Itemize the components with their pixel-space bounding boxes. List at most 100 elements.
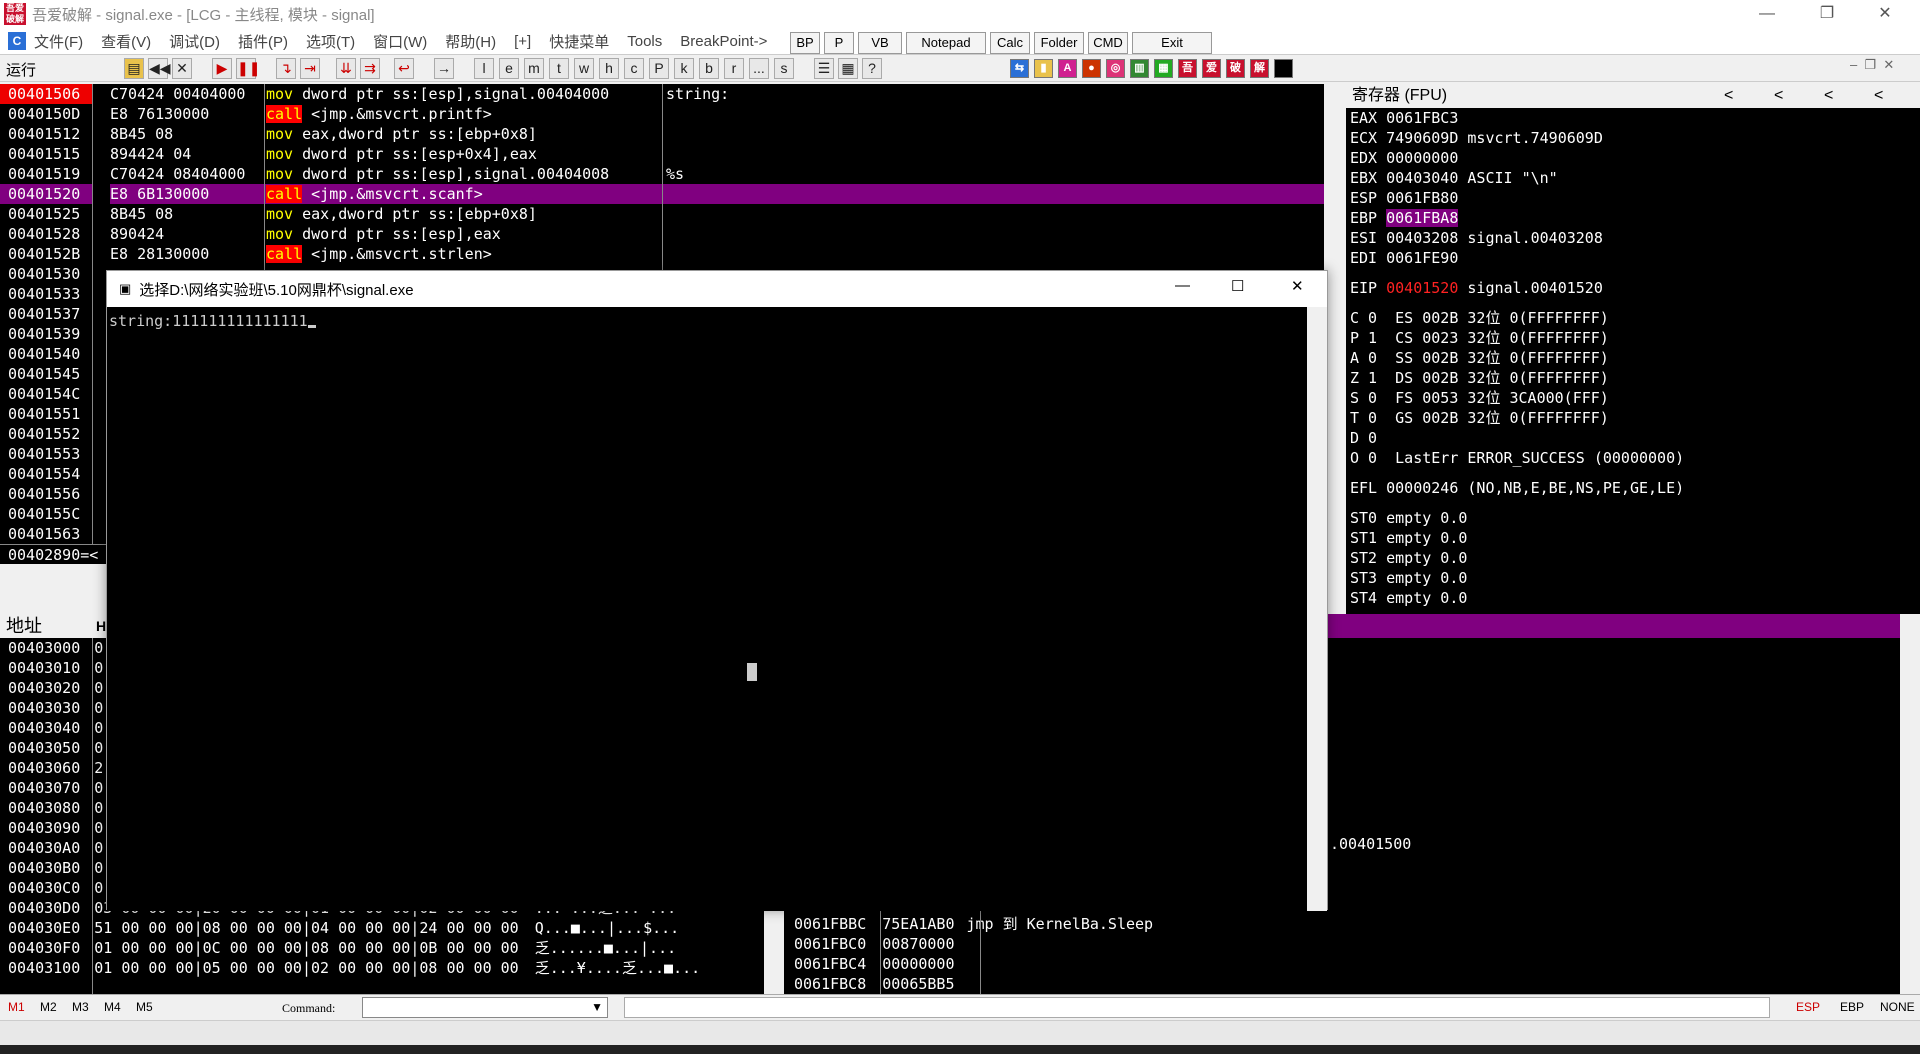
disasm-address[interactable]: 00401528 xyxy=(0,224,92,244)
maximize-button[interactable]: ❐ xyxy=(1804,0,1850,28)
reg-esp[interactable]: ESP 0061FB80 xyxy=(1346,188,1920,208)
step-into-icon[interactable]: ↴ xyxy=(276,58,296,79)
menu-shortcut[interactable]: 快捷菜单 xyxy=(549,31,609,52)
mark-m1[interactable]: M1 xyxy=(8,1000,25,1014)
disasm-address[interactable]: 00401533 xyxy=(0,284,92,304)
disasm-address[interactable]: 0040155C xyxy=(0,504,92,524)
disasm-address[interactable]: 00401506 xyxy=(0,84,92,104)
disasm-instruction[interactable]: call <jmp.&msvcrt.scanf> xyxy=(266,184,1324,204)
console-minimize-button[interactable]: — xyxy=(1175,277,1190,294)
menu-tools[interactable]: Tools xyxy=(627,33,662,50)
plugin-black-icon[interactable] xyxy=(1274,59,1293,78)
tool-l[interactable]: l xyxy=(474,58,494,79)
quick-p-button[interactable]: P xyxy=(824,32,854,54)
tool-p[interactable]: P xyxy=(649,58,669,79)
reg-edx[interactable]: EDX 00000000 xyxy=(1346,148,1920,168)
disasm-address[interactable]: 00401540 xyxy=(0,344,92,364)
quick-exit-button[interactable]: Exit xyxy=(1132,32,1212,54)
plugin-target-icon[interactable]: ◎ xyxy=(1106,59,1125,78)
plugin-refresh-icon[interactable]: ⇆ xyxy=(1010,59,1029,78)
disasm-address[interactable]: 00401537 xyxy=(0,304,92,324)
reg-value[interactable]: 00403208 xyxy=(1386,229,1458,247)
reg-value[interactable]: 0061FE90 xyxy=(1386,249,1458,267)
disasm-address[interactable]: 00401530 xyxy=(0,264,92,284)
reg-flag-row[interactable]: S 0 FS 0053 32位 3CA000(FFF) xyxy=(1346,388,1920,408)
step-over-icon[interactable]: ⇥ xyxy=(300,58,320,79)
disasm-address[interactable]: 00401551 xyxy=(0,404,92,424)
quick-calc-button[interactable]: Calc xyxy=(990,32,1030,54)
stack-mode-ebp[interactable]: EBP xyxy=(1840,1000,1864,1014)
tool-t[interactable]: t xyxy=(549,58,569,79)
reg-fpu-row[interactable]: ST3 empty 0.0 xyxy=(1346,568,1920,588)
dump-row[interactable]: 00403100 01 00 00 00|05 00 00 00|02 00 00… xyxy=(0,958,764,978)
dump-row[interactable]: 004030E0 51 00 00 00|08 00 00 00|04 00 00… xyxy=(0,918,764,938)
quick-vb-button[interactable]: VB xyxy=(858,32,902,54)
reg-fpu-row[interactable]: ST4 empty 0.0 xyxy=(1346,588,1920,608)
mark-m4[interactable]: M4 xyxy=(104,1000,121,1014)
disasm-address[interactable]: 00401515 xyxy=(0,144,92,164)
disasm-instruction[interactable]: mov dword ptr ss:[esp],eax xyxy=(266,224,1324,244)
run-icon[interactable]: ▶ xyxy=(212,58,232,79)
reg-flag-row[interactable]: O 0 LastErr ERROR_SUCCESS (00000000) xyxy=(1346,448,1920,468)
tool-s[interactable]: s xyxy=(774,58,794,79)
reg-fpu-row[interactable]: ST0 empty 0.0 xyxy=(1346,508,1920,528)
reg-flag-row[interactable]: C 0 ES 002B 32位 0(FFFFFFFF) xyxy=(1346,308,1920,328)
tool-c[interactable]: c xyxy=(624,58,644,79)
list-icon[interactable]: ☰ xyxy=(814,58,834,79)
tool-dots[interactable]: ... xyxy=(749,58,769,79)
disasm-address[interactable]: 00401552 xyxy=(0,424,92,444)
stack-mode-none[interactable]: NONE xyxy=(1880,1000,1915,1014)
open-icon[interactable]: ▤ xyxy=(124,58,144,79)
reg-nav-1[interactable]: < xyxy=(1724,84,1733,108)
reg-nav-2[interactable]: < xyxy=(1774,84,1783,108)
mdi-controls[interactable]: – ❐ ✕ xyxy=(1850,57,1894,73)
disasm-address[interactable]: 0040150D xyxy=(0,104,92,124)
disasm-instruction[interactable]: mov dword ptr ss:[esp],signal.00404008 xyxy=(266,164,1324,184)
disasm-address[interactable]: 00401519 xyxy=(0,164,92,184)
tool-k[interactable]: k xyxy=(674,58,694,79)
console-maximize-button[interactable]: ☐ xyxy=(1231,277,1244,295)
stack-row[interactable]: 0061FBC0 00870000 xyxy=(784,934,1900,954)
stack-mode-esp[interactable]: ESP xyxy=(1796,1000,1820,1014)
disasm-address[interactable]: 00401525 xyxy=(0,204,92,224)
disasm-address[interactable]: 00401545 xyxy=(0,364,92,384)
reg-value[interactable]: 00403040 xyxy=(1386,169,1458,187)
disasm-address[interactable]: 0040152B xyxy=(0,244,92,264)
disasm-instruction[interactable]: mov eax,dword ptr ss:[ebp+0x8] xyxy=(266,204,1324,224)
reg-flag-row[interactable]: A 0 SS 002B 32位 0(FFFFFFFF) xyxy=(1346,348,1920,368)
tool-m[interactable]: m xyxy=(524,58,544,79)
mark-m5[interactable]: M5 xyxy=(136,1000,153,1014)
reg-ecx[interactable]: ECX 7490609D msvcrt.7490609D xyxy=(1346,128,1920,148)
console-close-button[interactable]: ✕ xyxy=(1291,277,1304,295)
reg-value[interactable]: 7490609D xyxy=(1386,129,1458,147)
trace-over-icon[interactable]: ⇉ xyxy=(360,58,380,79)
disasm-address[interactable]: 00401512 xyxy=(0,124,92,144)
reg-edi[interactable]: EDI 0061FE90 xyxy=(1346,248,1920,268)
menu-options[interactable]: 选项(T) xyxy=(306,31,355,52)
plugin-ai-icon[interactable]: 爱 xyxy=(1202,59,1221,78)
menu-plus[interactable]: [+] xyxy=(514,33,531,50)
plugin-a-icon[interactable]: A xyxy=(1058,59,1077,78)
reg-value[interactable]: 0061FBA8 xyxy=(1386,209,1459,227)
disasm-instruction[interactable]: call <jmp.&msvcrt.strlen> xyxy=(266,244,1324,264)
console-body[interactable]: string:111111111111111 xyxy=(107,307,1307,911)
reg-ebp[interactable]: EBP 0061FBA8 xyxy=(1346,208,1920,228)
menu-view[interactable]: 查看(V) xyxy=(101,31,151,52)
close-proc-icon[interactable]: ✕ xyxy=(172,58,192,79)
plugin-po-icon[interactable]: 破 xyxy=(1226,59,1245,78)
registers-pane[interactable]: 寄存器 (FPU) < < < < EAX 0061FBC3 ECX 74906… xyxy=(1346,84,1920,614)
reg-value[interactable]: 0061FBC3 xyxy=(1386,109,1458,127)
plugin-yellow-icon[interactable]: ▮ xyxy=(1034,59,1053,78)
plugin-record-icon[interactable]: ● xyxy=(1082,59,1101,78)
disasm-instruction[interactable]: mov eax,dword ptr ss:[ebp+0x8] xyxy=(266,124,1324,144)
plugin-green-icon[interactable]: ▥ xyxy=(1130,59,1149,78)
pause-icon[interactable]: ❚❚ xyxy=(236,58,260,79)
dump-row[interactable]: 004030F0 01 00 00 00|0C 00 00 00|08 00 00… xyxy=(0,938,764,958)
grid-icon[interactable]: ▦ xyxy=(838,58,858,79)
mark-m3[interactable]: M3 xyxy=(72,1000,89,1014)
reg-nav-4[interactable]: < xyxy=(1874,84,1883,108)
plugin-jie-icon[interactable]: 解 xyxy=(1250,59,1269,78)
stack-row[interactable]: 0061FBC8 00065BB5 xyxy=(784,974,1900,994)
stack-row[interactable]: 0061FBC4 00000000 xyxy=(784,954,1900,974)
command-input[interactable]: ▼ xyxy=(362,997,608,1018)
